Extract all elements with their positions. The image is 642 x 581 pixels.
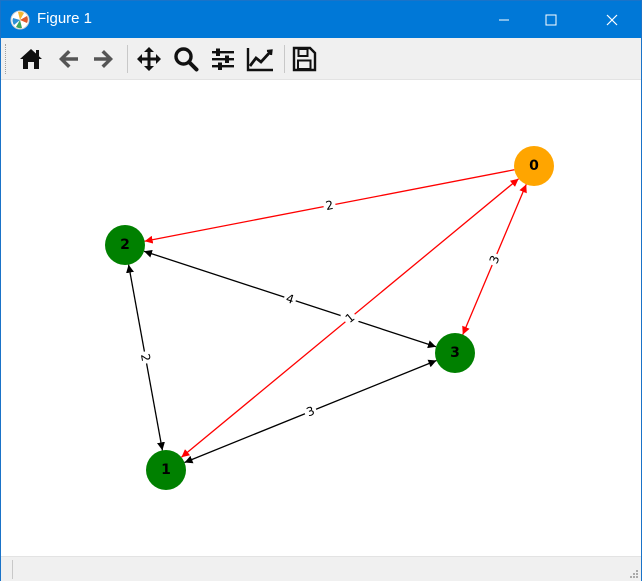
edge-label-0-3: 3 bbox=[484, 250, 505, 269]
node-label: 2 bbox=[120, 237, 130, 253]
sliders-icon bbox=[212, 48, 234, 70]
pan-button[interactable] bbox=[133, 43, 165, 75]
status-bar bbox=[1, 556, 641, 581]
magnifier-icon bbox=[174, 47, 199, 72]
home-button[interactable] bbox=[15, 43, 47, 75]
window-title: Figure 1 bbox=[37, 10, 93, 27]
node-1: 1 bbox=[146, 450, 186, 490]
navigation-toolbar bbox=[1, 38, 641, 80]
forward-button[interactable] bbox=[88, 43, 120, 75]
arrow-right-icon bbox=[94, 50, 113, 68]
edge-label-0-1: 1 bbox=[340, 308, 360, 328]
back-button[interactable] bbox=[52, 43, 84, 75]
node-label: 3 bbox=[450, 345, 460, 361]
title-bar: Figure 1 bbox=[1, 1, 641, 38]
node-label: 1 bbox=[161, 462, 171, 478]
node-2: 2 bbox=[105, 225, 145, 265]
minimize-icon bbox=[499, 19, 509, 20]
home-icon bbox=[20, 49, 42, 69]
arrow-left-icon bbox=[59, 50, 78, 68]
figure-window: Figure 1 2 3 1 4 2 3 0 1 2 3 bbox=[0, 0, 642, 581]
status-separator bbox=[12, 560, 13, 579]
toolbar-grip bbox=[5, 44, 8, 74]
edge-label-1-3: 3 bbox=[301, 401, 320, 422]
figure-canvas[interactable]: 2 3 1 4 2 3 0 1 2 3 bbox=[1, 80, 641, 556]
maximize-icon bbox=[545, 14, 557, 25]
toolbar-separator bbox=[127, 45, 128, 73]
minimize-button[interactable] bbox=[481, 1, 527, 38]
node-0: 0 bbox=[514, 146, 554, 186]
node-3: 3 bbox=[435, 333, 475, 373]
close-icon bbox=[606, 14, 618, 25]
save-button[interactable] bbox=[288, 43, 320, 75]
zoom-button[interactable] bbox=[170, 43, 202, 75]
resize-grip-icon[interactable] bbox=[629, 569, 639, 579]
floppy-disk-icon bbox=[292, 46, 317, 72]
node-label: 0 bbox=[529, 158, 539, 174]
graph-plot: 2 3 1 4 2 3 0 1 2 3 bbox=[105, 146, 554, 490]
configure-subplots-button[interactable] bbox=[207, 43, 239, 75]
move-icon bbox=[137, 47, 161, 71]
maximize-button[interactable] bbox=[528, 1, 574, 38]
edit-axes-button[interactable] bbox=[244, 43, 276, 75]
edge-label-0-2: 2 bbox=[322, 196, 337, 215]
matplotlib-app-icon bbox=[10, 10, 30, 30]
line-chart-icon bbox=[246, 48, 273, 72]
toolbar-separator bbox=[284, 45, 285, 73]
edge-label-2-3: 4 bbox=[281, 289, 299, 309]
edge-label-2-1: 2 bbox=[136, 350, 155, 365]
close-button[interactable] bbox=[589, 1, 635, 38]
